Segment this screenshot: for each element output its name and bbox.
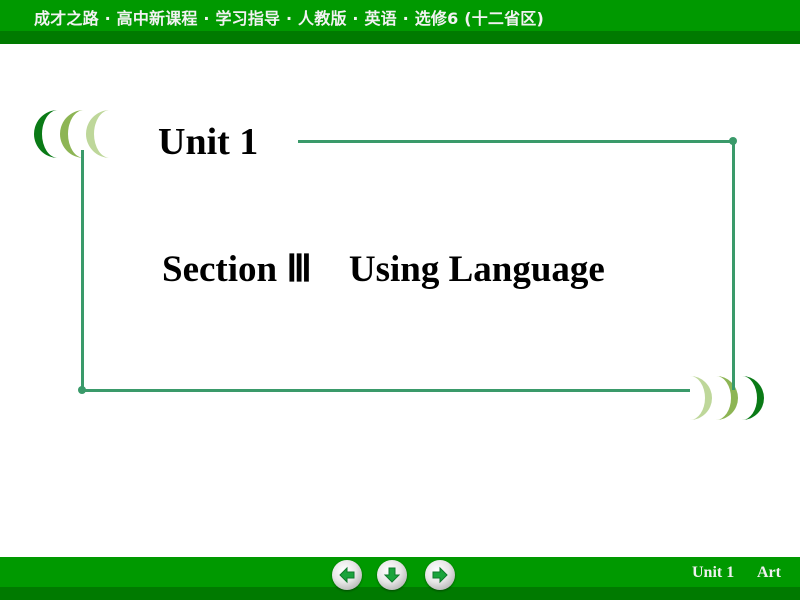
unit-title: Unit 1 xyxy=(158,121,259,163)
crescent-dark-icon xyxy=(742,376,764,420)
footer-topic-label: Art xyxy=(757,564,781,581)
footer-unit-label: Unit 1 xyxy=(692,564,735,581)
crescent-dark-icon xyxy=(34,110,58,158)
section-title: Section Ⅲ Using Language xyxy=(162,249,605,290)
header-title: 成才之路 · 高中新课程 · 学习指导 · 人教版 · 英语 · 选修6 (十二… xyxy=(34,9,545,28)
next-button[interactable] xyxy=(425,560,455,590)
home-button[interactable] xyxy=(377,560,407,590)
frame-left-line xyxy=(81,150,84,391)
frame-top-line xyxy=(298,140,734,143)
arrow-right-icon xyxy=(432,566,448,584)
frame-bottom-line xyxy=(82,389,690,392)
frame-corner-dot-top-right xyxy=(729,137,737,145)
crescent-decoration-left xyxy=(34,110,110,158)
crescent-light-icon xyxy=(690,376,712,420)
frame-right-line-overlay xyxy=(732,376,735,390)
arrow-left-icon xyxy=(339,566,355,584)
frame-right-line xyxy=(732,141,735,390)
footer-bar-shadow xyxy=(0,587,800,600)
previous-button[interactable] xyxy=(332,560,362,590)
crescent-light-icon xyxy=(86,110,110,158)
arrow-down-icon xyxy=(383,567,401,583)
header-bar-shadow xyxy=(0,31,800,44)
frame-corner-dot-bottom-left xyxy=(78,386,86,394)
